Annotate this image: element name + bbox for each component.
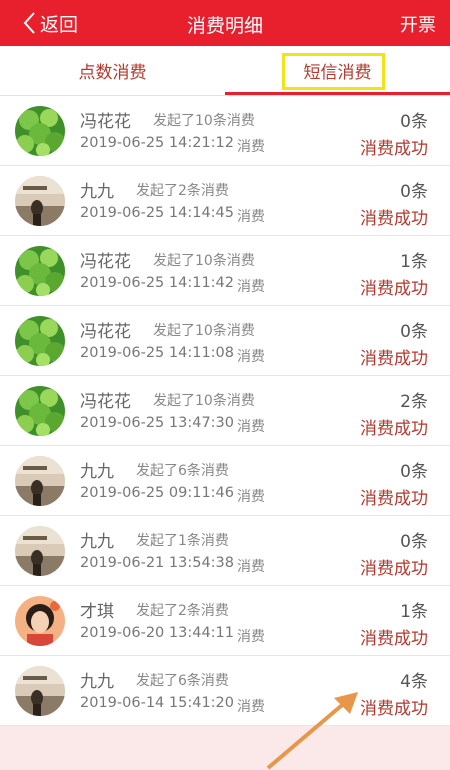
sms-count: 2条 (400, 392, 428, 412)
consumption-description: 发起了10条消费 (153, 393, 255, 409)
avatar (15, 316, 65, 366)
page-title: 消费明细 (186, 15, 263, 37)
sms-count: 0条 (400, 462, 428, 482)
tab-points-consumption[interactable]: 点数消费 (0, 46, 225, 95)
status-badge: 消费成功 (360, 209, 428, 229)
sms-count: 1条 (400, 252, 428, 272)
list-item[interactable]: 才琪 发起了2条消费 2019-06-20 13:44:11 消费 1条消费成功 (0, 586, 450, 656)
consumption-type: 消费 (237, 559, 265, 575)
timestamp: 2019-06-25 09:11:46 (80, 485, 234, 501)
timestamp: 2019-06-25 14:11:42 (80, 275, 234, 291)
user-name: 冯花花 (80, 322, 131, 342)
consumption-description: 发起了2条消费 (136, 183, 229, 199)
consumption-type: 消费 (237, 489, 265, 505)
active-tab-indicator (225, 92, 450, 95)
sms-count: 0条 (400, 532, 428, 552)
avatar (15, 246, 65, 296)
user-name: 冯花花 (80, 252, 131, 272)
timestamp: 2019-06-14 15:41:20 (80, 695, 234, 711)
status-badge: 消费成功 (360, 419, 428, 439)
user-name: 冯花花 (80, 392, 131, 412)
status-badge: 消费成功 (360, 699, 428, 719)
avatar (15, 386, 65, 436)
list-item[interactable]: 冯花花 发起了10条消费 2019-06-25 14:11:42 消费 1条消费成功 (0, 236, 450, 306)
timestamp: 2019-06-21 13:54:38 (80, 555, 234, 571)
consumption-description: 发起了2条消费 (136, 603, 229, 619)
sms-count: 0条 (400, 182, 428, 202)
avatar (15, 106, 65, 156)
consumption-description: 发起了10条消费 (153, 253, 255, 269)
user-name: 九九 (80, 532, 114, 552)
status-badge: 消费成功 (360, 559, 428, 579)
consumption-description: 发起了10条消费 (153, 323, 255, 339)
status-badge: 消费成功 (360, 349, 428, 369)
user-name: 冯花花 (80, 112, 131, 132)
consumption-description: 发起了6条消费 (136, 463, 229, 479)
consumption-list: 冯花花 发起了10条消费 2019-06-25 14:21:12 消费 0条 消费成功 九九… (0, 96, 450, 726)
list-item[interactable]: 九九 发起了6条消费 2019-06-25 09:11:46 消费 0条消费成功 (0, 446, 450, 516)
list-item[interactable]: 九九 发起了1条消费 2019-06-21 13:54:38 消费 0条消费成功 (0, 516, 450, 586)
invoice-button[interactable]: 开票 (400, 11, 436, 37)
avatar (15, 666, 65, 716)
consumption-type: 消费 (237, 629, 265, 645)
user-name: 九九 (80, 672, 114, 692)
annotation-highlight-box (282, 53, 385, 90)
consumption-description: 发起了6条消费 (136, 673, 229, 689)
annotation-arrow-icon (266, 692, 358, 770)
timestamp: 2019-06-25 13:47:30 (80, 415, 234, 431)
list-item[interactable]: 冯花花 发起了10条消费 2019-06-25 13:47:30 消费 2条消费成功 (0, 376, 450, 446)
consumption-type: 消费 (237, 209, 265, 225)
consumption-type: 消费 (237, 419, 265, 435)
list-item[interactable]: 九九 发起了6条消费 2019-06-14 15:41:20 消费 4条 消费成功 (0, 656, 450, 726)
sms-count: 0条 (400, 112, 428, 132)
consumption-description: 发起了10条消费 (153, 113, 255, 129)
status-badge: 消费成功 (360, 139, 428, 159)
page: 返回 消费明细 开票 点数消费 短信消费 冯花花 发起了10条消费 2019-06-… (0, 0, 450, 770)
user-name: 九九 (80, 182, 114, 202)
user-name: 才琪 (80, 602, 114, 622)
consumption-type: 消费 (237, 349, 265, 365)
sms-count: 0条 (400, 322, 428, 342)
avatar (15, 526, 65, 576)
avatar (15, 456, 65, 506)
avatar (15, 596, 65, 646)
list-item[interactable]: 冯花花 发起了10条消费 2019-06-25 14:11:08 消费 0条消费成功 (0, 306, 450, 376)
timestamp: 2019-06-25 14:21:12 (80, 135, 234, 151)
consumption-type: 消费 (237, 139, 265, 155)
app-header: 返回 消费明细 开票 (0, 0, 450, 46)
avatar (15, 176, 65, 226)
timestamp: 2019-06-25 14:11:08 (80, 345, 234, 361)
consumption-type: 消费 (237, 279, 265, 295)
list-item[interactable]: 九九 发起了2条消费 2019-06-25 14:14:45 消费 0条消费成功 (0, 166, 450, 236)
timestamp: 2019-06-25 14:14:45 (80, 205, 234, 221)
timestamp: 2019-06-20 13:44:11 (80, 625, 234, 641)
status-badge: 消费成功 (360, 279, 428, 299)
user-name: 九九 (80, 462, 114, 482)
sms-count: 4条 (400, 672, 428, 692)
status-badge: 消费成功 (360, 629, 428, 649)
status-badge: 消费成功 (360, 489, 428, 509)
list-item[interactable]: 冯花花 发起了10条消费 2019-06-25 14:21:12 消费 0条消费成功 (0, 96, 450, 166)
sms-count: 1条 (400, 602, 428, 622)
consumption-description: 发起了1条消费 (136, 533, 229, 549)
